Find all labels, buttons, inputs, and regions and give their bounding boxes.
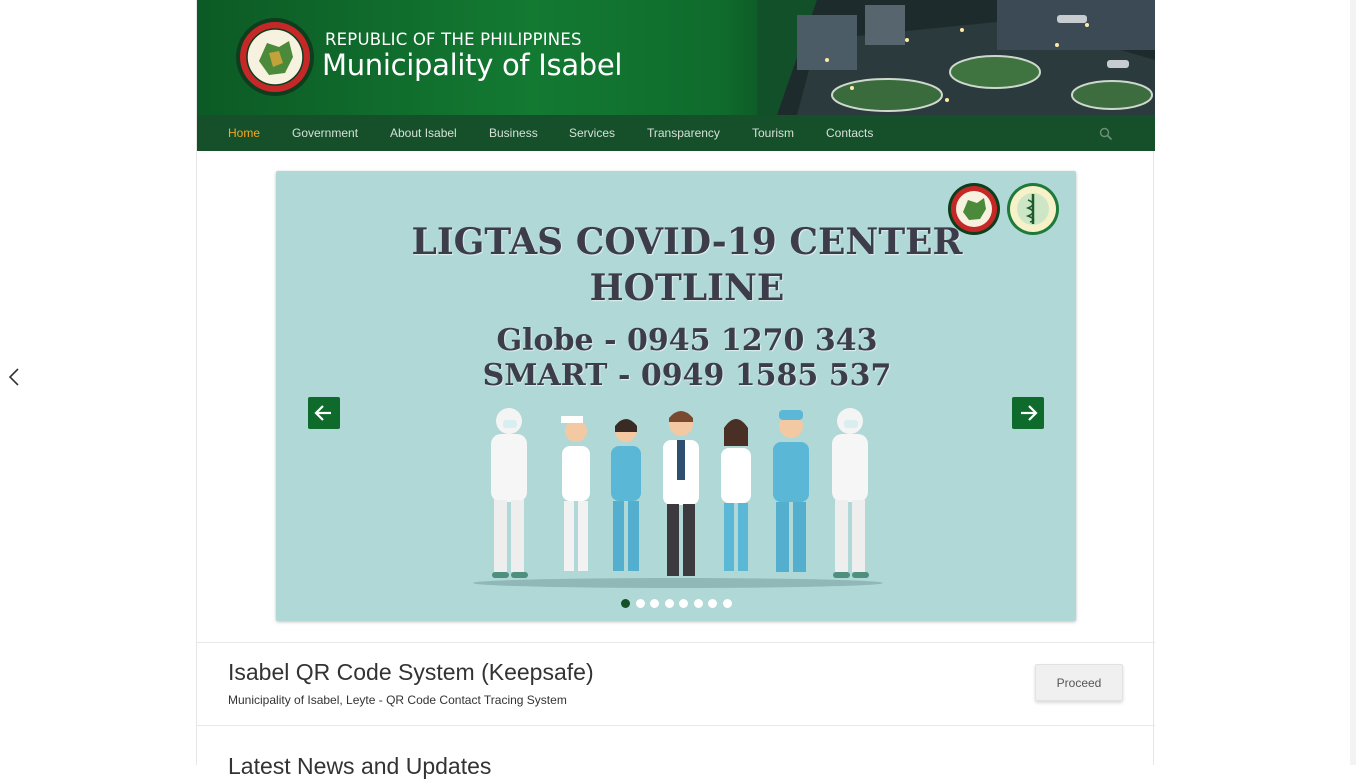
hero-slider[interactable]: LIGTAS COVID-19 CENTER HOTLINE Globe - 0… [276,171,1076,621]
nav-item-business[interactable]: Business [489,126,538,140]
main-nav: Home Government About Isabel Business Se… [197,115,1155,151]
slide-smart-hotline: SMART - 0949 1585 537 [482,358,892,393]
header-banner-image [757,0,1155,115]
slider-prev-button[interactable] [308,397,340,429]
slider-dot[interactable] [621,599,630,608]
nav-item-transparency[interactable]: Transparency [647,126,720,140]
page-container: REPUBLIC OF THE PHILIPPINES Municipality… [196,0,1155,779]
proceed-button[interactable]: Proceed [1035,664,1123,701]
qr-system-title: Isabel QR Code System (Keepsafe) [228,659,594,685]
arrow-right-icon [1021,405,1038,421]
header-subtitle: REPUBLIC OF THE PHILIPPINES [325,30,582,49]
nav-item-government[interactable]: Government [292,126,358,140]
section-divider [197,642,1155,643]
site-header: REPUBLIC OF THE PHILIPPINES Municipality… [197,0,1155,115]
municipal-seal-logo [236,18,314,96]
health-workers-illustration [473,408,883,588]
nav-item-contacts[interactable]: Contacts [826,126,873,140]
section-divider [197,725,1155,726]
slide-title-line2: HOTLINE [589,267,785,309]
slider-dot[interactable] [679,599,688,608]
slider-dot[interactable] [693,599,703,608]
search-icon[interactable] [1099,127,1113,141]
chevron-left-icon[interactable] [6,366,22,388]
nav-item-about-isabel[interactable]: About Isabel [390,126,457,140]
slider-dot[interactable] [635,599,645,608]
arrow-left-icon [314,405,331,421]
nav-item-tourism[interactable]: Tourism [752,126,794,140]
latest-news-heading: Latest News and Updates [228,753,492,779]
nav-item-services[interactable]: Services [569,126,615,140]
slider-dot[interactable] [722,599,732,608]
site-title: Municipality of Isabel [322,48,623,82]
slider-dot[interactable] [650,599,659,608]
page-scrollbar[interactable] [1350,0,1356,765]
slider-dot[interactable] [708,599,717,608]
slider-next-button[interactable] [1012,397,1044,429]
nav-item-home[interactable]: Home [228,126,260,140]
slide-globe-hotline: Globe - 0945 1270 343 [496,323,878,358]
slide-title-line1: LIGTAS COVID-19 CENTER [411,221,963,263]
qr-system-subtitle: Municipality of Isabel, Leyte - QR Code … [228,693,567,707]
slide-title: LIGTAS COVID-19 CENTER HOTLINE [276,219,1076,311]
slider-dot[interactable] [664,599,674,608]
